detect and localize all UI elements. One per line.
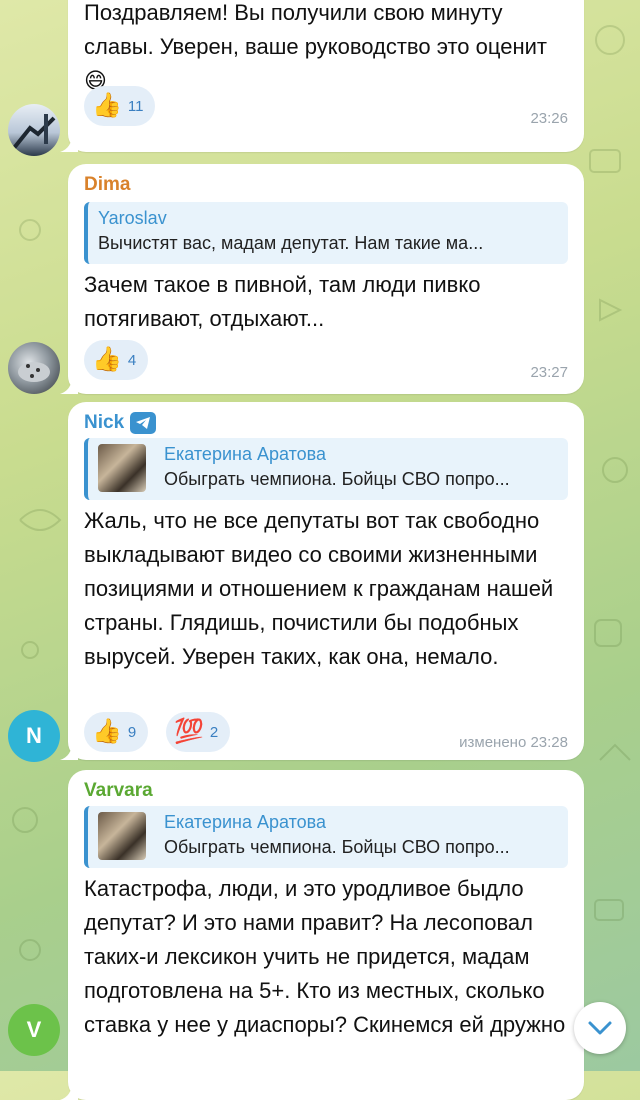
hundred-points-icon: 💯	[174, 718, 204, 745]
message-text: Жаль, что не все депутаты вот так свобод…	[84, 508, 554, 669]
reaction-count: 11	[127, 97, 144, 115]
reply-thumbnail	[98, 812, 146, 860]
thumbs-up-icon: 👍	[92, 718, 122, 745]
chevron-down-icon	[588, 1021, 612, 1035]
telegram-icon	[130, 412, 157, 434]
reaction-count: 2	[209, 723, 219, 741]
reaction-thumbs-up[interactable]: 👍 11	[84, 86, 156, 126]
avatar[interactable]: V	[8, 1004, 60, 1056]
avatar[interactable]	[8, 104, 60, 156]
reply-text: Вычистят вас, мадам депутат. Нам такие м…	[98, 233, 484, 253]
reply-quote[interactable]: Екатерина Аратова Обыграть чемпиона. Бой…	[84, 438, 568, 500]
message-time: 23:27	[530, 364, 568, 381]
reply-text: Обыграть чемпиона. Бойцы СВО попро...	[164, 837, 510, 857]
reaction-count: 9	[127, 723, 137, 741]
thumbs-up-icon: 👍	[92, 92, 122, 119]
reaction-count: 4	[127, 351, 137, 369]
scroll-down-button[interactable]	[574, 1002, 626, 1054]
message-bubble[interactable]: Поздравляем! Вы получили свою минуту сла…	[60, 0, 584, 152]
reply-text: Обыграть чемпиона. Бойцы СВО попро...	[164, 469, 510, 489]
sender-name[interactable]: Nick	[84, 412, 157, 434]
reply-quote[interactable]: Yaroslav Вычистят вас, мадам депутат. На…	[84, 202, 568, 264]
reaction-thumbs-up[interactable]: 👍 4	[84, 340, 149, 380]
reply-author: Екатерина Аратова	[164, 812, 327, 832]
avatar-letter: V	[26, 1017, 42, 1042]
avatar[interactable]: N	[8, 710, 60, 762]
reply-thumbnail	[98, 444, 146, 492]
sender-name[interactable]: Dima	[84, 174, 130, 196]
message-bubble[interactable]: Dima Yaroslav Вычистят вас, мадам депута…	[60, 164, 584, 394]
avatar-photo	[18, 362, 50, 382]
sender-name[interactable]: Varvara	[84, 780, 153, 802]
thumbs-up-icon: 👍	[92, 346, 122, 373]
avatar-letter: N	[26, 723, 42, 748]
message-bubble[interactable]: Varvara Екатерина Аратова Обыграть чемпи…	[60, 770, 584, 1100]
message-text: Катастрофа, люди, и это уродливое быдло …	[84, 876, 566, 1037]
avatar[interactable]	[8, 342, 60, 394]
sender-name-label: Nick	[84, 412, 125, 433]
avatar-photo	[12, 114, 56, 150]
reply-quote[interactable]: Екатерина Аратова Обыграть чемпиона. Бой…	[84, 806, 568, 868]
reaction-thumbs-up[interactable]: 👍 9	[84, 712, 149, 752]
message-text: Поздравляем! Вы получили свою минуту сла…	[84, 0, 547, 93]
message-time: 23:26	[530, 110, 568, 127]
reply-author: Екатерина Аратова	[164, 444, 327, 464]
message-bubble[interactable]: Nick Екатерина Аратова Обыграть чемпиона…	[60, 402, 584, 760]
reaction-hundred[interactable]: 💯 2	[166, 712, 231, 752]
reply-author: Yaroslav	[98, 208, 167, 228]
message-time: изменено 23:28	[459, 734, 568, 751]
message-text: Зачем такое в пивной, там люди пивко пот…	[84, 272, 481, 331]
